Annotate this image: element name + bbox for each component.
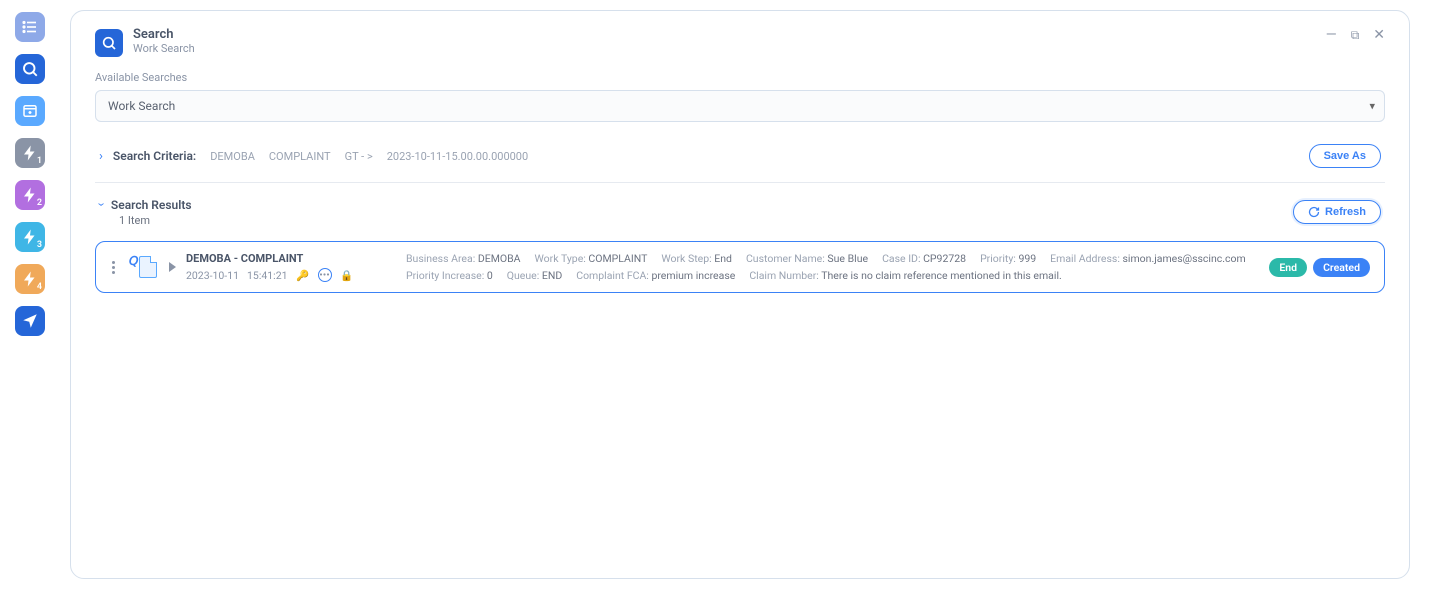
field-value: DEMOBA	[478, 252, 521, 265]
attachment-icon: 𝘘	[129, 254, 138, 268]
left-nav-rail: 1 2 3 4	[0, 0, 60, 589]
select-value: Work Search	[95, 90, 1385, 122]
badge-4: 4	[37, 282, 42, 292]
field-pair: Customer Name: Sue Blue	[746, 252, 868, 265]
refresh-button[interactable]: Refresh	[1293, 200, 1381, 224]
nav-send-button[interactable]	[15, 306, 45, 336]
save-as-button[interactable]: Save As	[1309, 144, 1381, 168]
panel-title: Search	[133, 27, 195, 42]
field-value: CP92728	[923, 252, 966, 265]
field-value: Sue Blue	[827, 252, 868, 265]
search-panel: Search Work Search — ⧉ ✕ Available Searc…	[70, 10, 1410, 579]
field-pair: Priority: 999	[980, 252, 1036, 265]
field-value: END	[542, 269, 562, 282]
criteria-chip: DEMOBA	[210, 150, 255, 163]
field-value: premium increase	[651, 269, 735, 282]
result-date: 2023-10-11	[186, 269, 239, 282]
field-label: Priority Increase:	[406, 269, 487, 282]
nav-bolt-1-button[interactable]: 1	[15, 138, 45, 168]
refresh-label: Refresh	[1325, 206, 1366, 218]
panel-subtitle: Work Search	[133, 42, 195, 55]
nav-bolt-4-button[interactable]: 4	[15, 264, 45, 294]
chat-icon: •••	[318, 268, 332, 282]
badge-1: 1	[37, 156, 42, 166]
search-icon	[101, 35, 117, 51]
nav-bolt-2-button[interactable]: 2	[15, 180, 45, 210]
panel-header: Search Work Search — ⧉ ✕	[95, 27, 1385, 57]
results-title: Search Results	[111, 198, 192, 212]
field-value: There is no claim reference mentioned in…	[821, 269, 1062, 282]
field-value: 0	[487, 269, 493, 282]
field-label: Complaint FCA:	[576, 269, 651, 282]
field-label: Customer Name:	[746, 252, 827, 265]
main-area: Search Work Search — ⧉ ✕ Available Searc…	[60, 0, 1430, 589]
field-pair: Business Area: DEMOBA	[406, 252, 521, 265]
status-end-pill: End	[1269, 258, 1307, 277]
field-pair: Work Type: COMPLAINT	[535, 252, 648, 265]
criteria-chip: 2023-10-11-15.00.00.000000	[387, 150, 528, 163]
panel-header-icon	[95, 29, 123, 57]
result-summary: DEMOBA - COMPLAINT 2023-10-11 15:41:21 🔑…	[186, 252, 396, 282]
divider	[95, 182, 1385, 183]
status-created-pill: Created	[1313, 258, 1370, 277]
field-label: Queue:	[507, 269, 542, 282]
result-title: DEMOBA - COMPLAINT	[186, 252, 396, 265]
field-pair: Case ID: CP92728	[882, 252, 966, 265]
result-fields: Business Area: DEMOBA Work Type: COMPLAIN…	[406, 252, 1251, 282]
field-pair: Complaint FCA: premium increase	[576, 269, 735, 282]
popout-button[interactable]: ⧉	[1351, 28, 1360, 43]
field-label: Priority:	[980, 252, 1018, 265]
lock-icon: 🔒	[340, 268, 354, 282]
more-actions-button[interactable]	[110, 261, 117, 274]
search-criteria-row: › Search Criteria: DEMOBA COMPLAINT GT -…	[95, 144, 1385, 168]
field-label: Claim Number:	[749, 269, 821, 282]
criteria-label: Search Criteria:	[113, 149, 196, 163]
window-controls: — ⧉ ✕	[1326, 27, 1385, 43]
nav-add-window-button[interactable]	[15, 96, 45, 126]
minimize-button[interactable]: —	[1326, 27, 1337, 43]
available-searches-label: Available Searches	[95, 71, 1385, 84]
close-button[interactable]: ✕	[1373, 27, 1385, 43]
result-time: 15:41:21	[247, 269, 288, 282]
criteria-chip: COMPLAINT	[269, 150, 331, 163]
send-icon	[21, 312, 39, 330]
nav-search-button[interactable]	[15, 54, 45, 84]
criteria-toggle[interactable]: ›	[99, 149, 103, 164]
field-label: Work Step:	[661, 252, 714, 265]
nav-list-button[interactable]	[15, 12, 45, 42]
add-window-icon	[21, 102, 39, 120]
field-value: 999	[1018, 252, 1036, 265]
result-card[interactable]: 𝘘 DEMOBA - COMPLAINT 2023-10-11 15:41:21…	[95, 241, 1385, 293]
field-pair: Claim Number: There is no claim referenc…	[749, 269, 1061, 282]
field-label: Email Address:	[1050, 252, 1122, 265]
status-pills: End Created	[1269, 258, 1370, 277]
results-count: 1 Item	[119, 214, 192, 227]
results-toggle[interactable]: ›	[93, 203, 108, 207]
badge-2: 2	[37, 198, 42, 208]
available-searches-select[interactable]: Work Search ▾	[95, 90, 1385, 122]
field-label: Case ID:	[882, 252, 923, 265]
key-icon: 🔑	[296, 268, 310, 282]
field-label: Work Type:	[535, 252, 589, 265]
list-icon	[21, 18, 39, 36]
field-value: simon.james@sscinc.com	[1122, 252, 1245, 265]
field-value: End	[714, 252, 732, 265]
document-icon: 𝘘	[127, 254, 157, 280]
field-pair: Email Address: simon.james@sscinc.com	[1050, 252, 1246, 265]
field-pair: Queue: END	[507, 269, 562, 282]
badge-3: 3	[37, 240, 42, 250]
field-value: COMPLAINT	[588, 252, 647, 265]
field-pair: Priority Increase: 0	[406, 269, 493, 282]
nav-bolt-3-button[interactable]: 3	[15, 222, 45, 252]
expand-play-button[interactable]	[169, 262, 176, 272]
search-icon	[21, 60, 39, 78]
refresh-icon	[1308, 206, 1320, 218]
criteria-chip: GT - >	[345, 150, 373, 163]
field-pair: Work Step: End	[661, 252, 732, 265]
field-label: Business Area:	[406, 252, 478, 265]
search-results-header: › Search Results 1 Item Refresh	[95, 197, 1385, 227]
